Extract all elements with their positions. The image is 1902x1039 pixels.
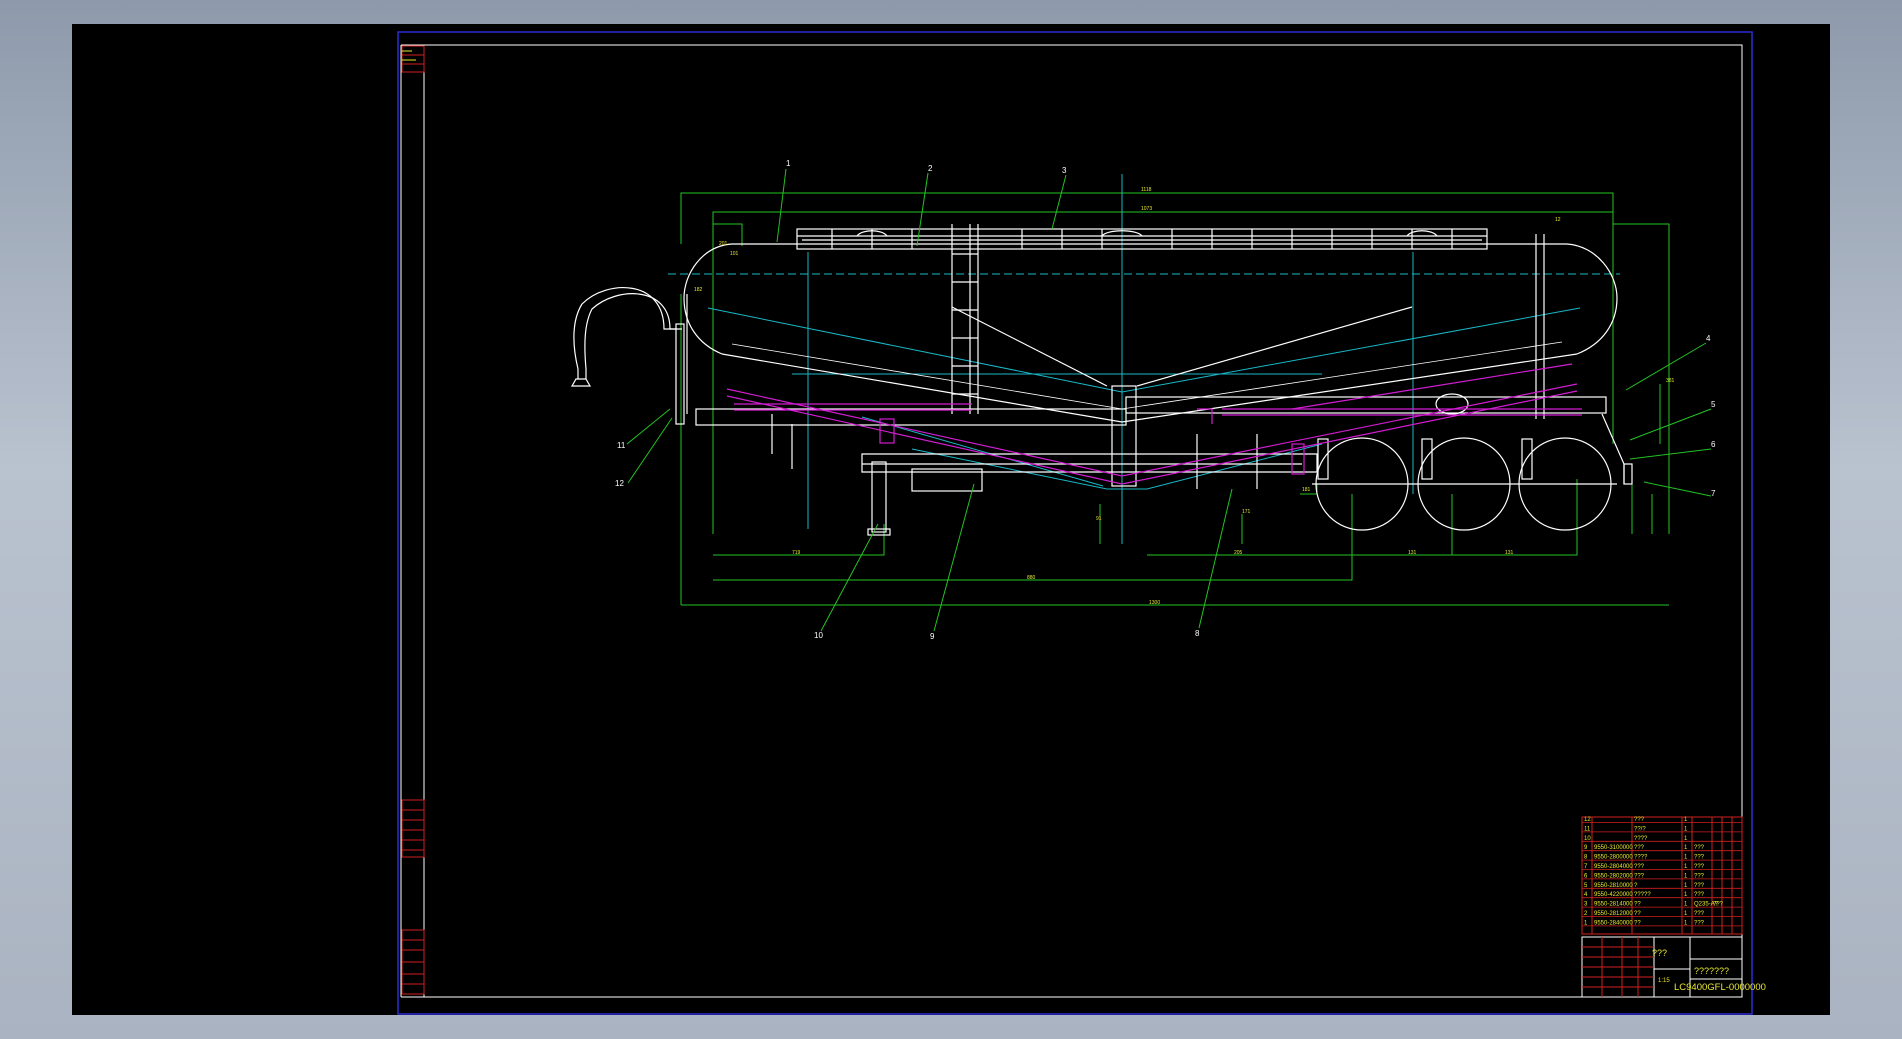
title-block-company: ??????? — [1694, 966, 1729, 976]
bom-cell-name: ?? — [1634, 920, 1641, 926]
dim-right-height: 381 — [1666, 378, 1675, 384]
dim-bottom-2: 880 — [1027, 575, 1036, 581]
callout-12: 12 — [615, 479, 624, 488]
bom-cell-material: ??? — [1694, 883, 1705, 889]
dim-axle-height: 91 — [1096, 516, 1102, 522]
dim-bottom-r1: 205 — [1234, 550, 1243, 556]
callout-4: 4 — [1706, 334, 1711, 343]
bom-cell-code: 9550-2802000 — [1594, 873, 1633, 879]
bom-cell-code: 9550-2840000 — [1594, 920, 1633, 926]
bom-cell-material: ??? — [1694, 911, 1705, 917]
dim-top-overall: 1118 — [1141, 187, 1152, 193]
dim-top-right-small: 12 — [1555, 217, 1561, 223]
margin-stamp-middle — [401, 799, 425, 858]
callout-3: 3 — [1062, 166, 1067, 175]
dim-left-small-a: 201 — [719, 241, 728, 247]
walkway-stanchions — [831, 229, 1453, 249]
bom-cell-name: ??? — [1634, 864, 1645, 870]
bom-cell-code: 9550-2800000 — [1594, 855, 1633, 861]
part-callouts: 1 2 3 4 5 6 7 8 9 10 11 12 — [615, 159, 1716, 641]
bom-cell-material: ??? — [1694, 892, 1705, 898]
bom-cell-name: ???? — [1634, 855, 1648, 861]
dimension-lines — [680, 192, 1670, 606]
sheet-inner-frame — [423, 44, 1743, 998]
dim-bottom-1: 719 — [792, 550, 801, 556]
bom-cell-name: ????? — [1634, 892, 1651, 898]
margin-stamp-bottom — [401, 929, 425, 995]
dim-bottom-r3: 131 — [1505, 550, 1514, 556]
callout-11: 11 — [617, 441, 626, 450]
bom-cell-name: ??/? — [1634, 826, 1646, 832]
title-block-scale: 1:15 — [1658, 978, 1670, 984]
dim-tank-length: 1073 — [1141, 206, 1152, 212]
bom-cell-name: ??? — [1634, 817, 1645, 823]
bom-cell-code: 9550-4220000 — [1594, 892, 1633, 898]
bom-cell-name: ??? — [1634, 873, 1645, 879]
bom-cell-name: ???? — [1634, 836, 1648, 842]
bom-cell-material: ??? — [1694, 920, 1705, 926]
title-block-grid — [1582, 937, 1654, 997]
dim-rear-small: 181 — [1302, 487, 1311, 493]
callout-9: 9 — [930, 632, 935, 641]
bom-cell-no: 12 — [1584, 817, 1591, 823]
drawing-viewport[interactable]: 1 2 3 4 5 6 7 8 9 10 11 12 1118 1073 12 … — [72, 24, 1830, 1015]
bom-cell-no: 11 — [1584, 826, 1591, 832]
ladder — [951, 224, 979, 414]
callout-5: 5 — [1711, 400, 1716, 409]
bom-table: 12??? 111 ??/? 110???? 19 9550-3100000??? 1???… — [1581, 816, 1766, 998]
bom-cell-name: ?? — [1634, 911, 1641, 917]
callout-10: 10 — [814, 631, 823, 640]
dim-left-small-b: 101 — [730, 251, 739, 257]
callout-7: 7 — [1711, 489, 1716, 498]
title-block-name: ??? — [1652, 948, 1667, 958]
bom-cell-code: 9550-2804000 — [1594, 864, 1633, 870]
bom-cell-no: 10 — [1584, 836, 1591, 842]
dim-left-height: 182 — [694, 287, 703, 293]
cad-drawing: 1 2 3 4 5 6 7 8 9 10 11 12 1118 1073 12 … — [397, 31, 1766, 1015]
drawing-number: LC9400GFL-0000000 — [1674, 982, 1766, 993]
bom-cell-code: 9550-3100000 — [1594, 845, 1633, 851]
leader-lines — [626, 168, 1712, 632]
bom-cell-code: 9550-2814000 — [1594, 902, 1633, 908]
callout-1: 1 — [786, 159, 791, 168]
sheet-outer-frame — [397, 31, 1753, 1015]
callout-8: 8 — [1195, 629, 1200, 638]
callout-6: 6 — [1711, 440, 1716, 449]
bom-cell-material: ??? — [1694, 873, 1705, 879]
bom-cell-material: ??? — [1694, 855, 1705, 861]
bom-cell-name: ??? — [1634, 845, 1645, 851]
margin-stamp-top — [401, 45, 425, 73]
dim-bottom-r2: 131 — [1408, 550, 1417, 556]
bom-rows: 12??? 111 ??/? 110???? 19 9550-3100000??? 1???… — [1582, 817, 1742, 926]
bom-cell-material: ??? — [1694, 864, 1705, 870]
bom-cell-note: ??? — [1713, 902, 1724, 908]
piping — [726, 363, 1582, 485]
bom-cell-code: 9550-2812000 — [1594, 911, 1633, 917]
dim-rear-height: 171 — [1242, 509, 1251, 515]
dim-bottom-3: 1300 — [1149, 600, 1160, 606]
bom-cell-code: 9550-2810000 — [1594, 883, 1633, 889]
callout-2: 2 — [928, 164, 933, 173]
bom-cell-material: ??? — [1694, 845, 1705, 851]
bom-cell-name: ?? — [1634, 902, 1641, 908]
